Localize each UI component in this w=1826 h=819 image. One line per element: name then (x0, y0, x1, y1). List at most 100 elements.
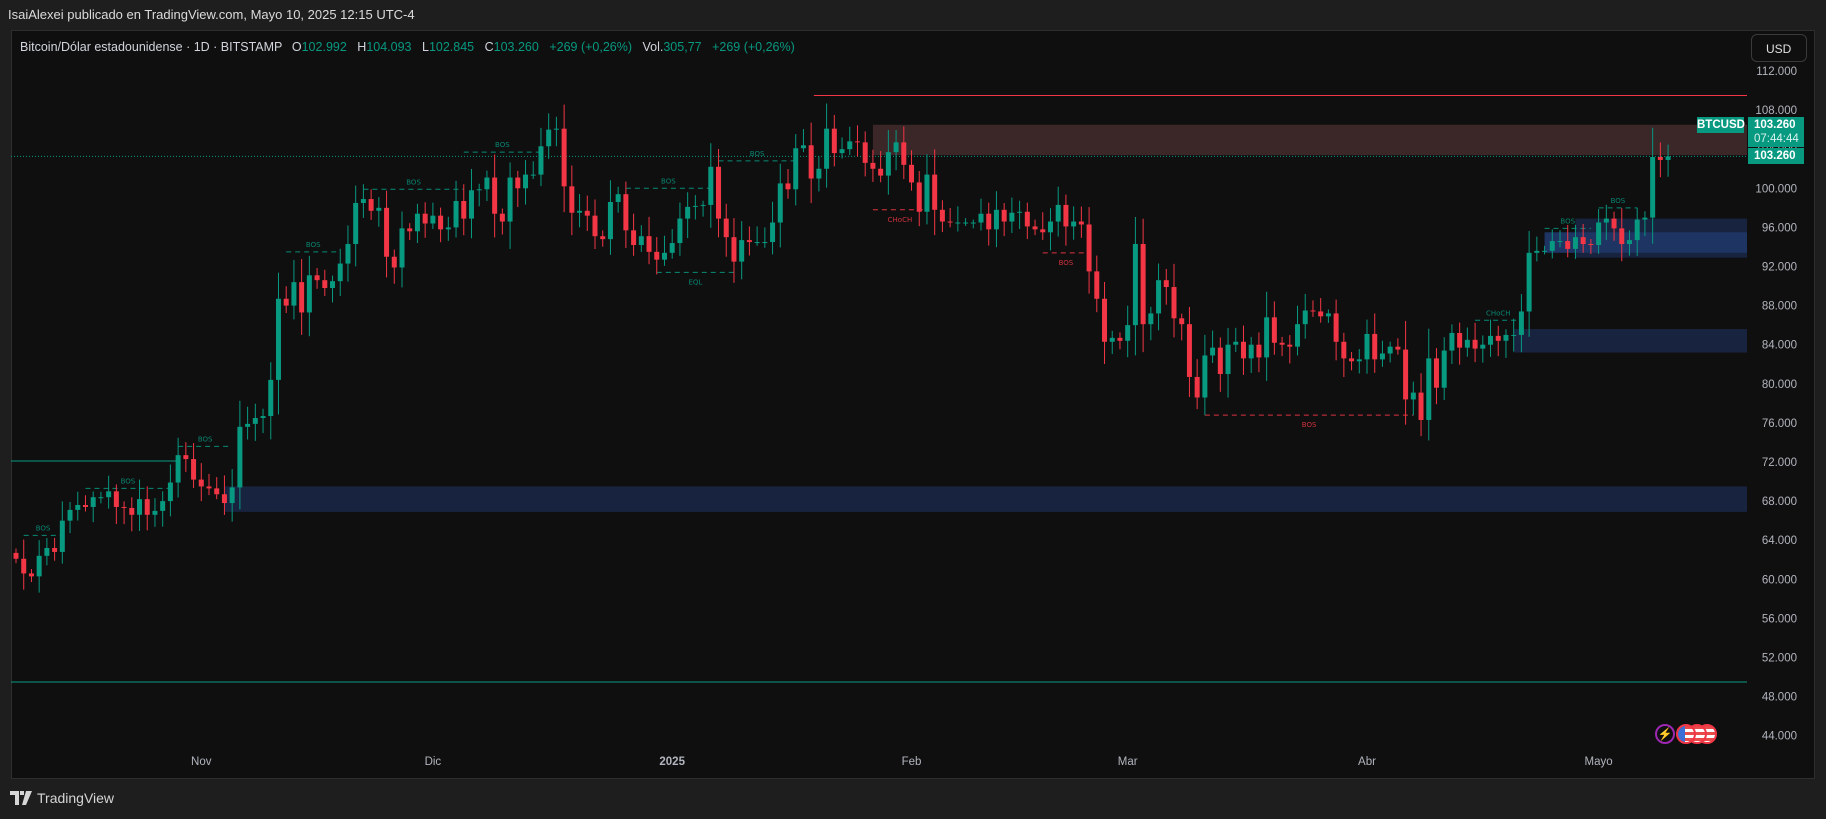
candle-up (955, 222, 961, 224)
candle-up (245, 423, 251, 427)
candle-down (1086, 224, 1092, 272)
price-axis-tick: 112.000 (1756, 66, 1797, 78)
candle-up (1572, 237, 1578, 249)
candle-up (847, 141, 853, 150)
candle-up (345, 244, 351, 264)
candle-up (445, 227, 451, 230)
time-axis-tick: Mar (1118, 756, 1138, 768)
structure-label-bos: BOS (406, 178, 421, 186)
candle-up (44, 548, 50, 556)
candle-up (1210, 347, 1216, 356)
candle-up (1449, 332, 1455, 351)
candle-down (716, 166, 722, 219)
candle-up (1603, 218, 1609, 223)
candles-layer (13, 103, 1671, 593)
candle-down (909, 164, 915, 183)
candle-up (553, 128, 559, 130)
candle-up (360, 199, 366, 203)
price-axis-tick: 96.000 (1762, 222, 1797, 234)
footer-brand[interactable]: TradingView (10, 790, 114, 806)
candle-up (260, 416, 266, 419)
candle-down (515, 177, 521, 189)
structure-label-choch: CHoCH (1486, 309, 1511, 317)
candle-down (723, 218, 729, 238)
lightning-event-icon[interactable]: ⚡ (1655, 724, 1675, 744)
candle-up (677, 218, 683, 244)
candle-up (754, 242, 760, 244)
candle-up (1542, 250, 1548, 252)
candle-up (36, 555, 42, 577)
candle-down (592, 215, 598, 237)
price-axis-tick: 80.000 (1762, 379, 1797, 391)
candle-down (901, 142, 907, 165)
candle-down (939, 209, 945, 222)
price-axis-tick: 100.000 (1755, 183, 1797, 195)
time-axis-tick: Feb (902, 756, 922, 768)
candle-down (1349, 358, 1355, 362)
structure-label-bos: BOS (1560, 217, 1575, 225)
candle-down (1117, 337, 1123, 341)
candle-up (661, 252, 667, 260)
candle-up (468, 190, 474, 219)
price-axis-tick: 76.000 (1762, 418, 1797, 430)
us-flag-event-icon[interactable] (1676, 724, 1696, 744)
candle-up (1156, 280, 1162, 314)
symbol-name[interactable]: Bitcoin/Dólar estadounidense · 1D · BITS… (20, 40, 282, 54)
candlestick-chart[interactable]: BOSBOSBOSBOSBOSBOSBOSEQLBOSCHoCHBOSBOSCH… (11, 30, 1815, 779)
structure-label-bos: BOS (36, 524, 51, 532)
candle-down (221, 494, 227, 504)
candle-up (1302, 310, 1308, 325)
volume-change: +269 (+0,26%) (712, 40, 795, 54)
candle-up (90, 497, 96, 507)
candle-down (1395, 346, 1401, 350)
candle-up (291, 282, 297, 306)
supply-zone (872, 124, 1747, 156)
candle-down (1024, 211, 1030, 227)
time-axis-tick: Dic (425, 756, 442, 768)
demand-zone (224, 486, 1748, 512)
candle-up (1426, 358, 1432, 420)
candle-down (1287, 344, 1293, 347)
close-value: 103.260 (493, 40, 539, 54)
candle-up (924, 174, 930, 212)
candle-up (1125, 325, 1131, 341)
candle-up (268, 379, 274, 417)
candle-up (615, 194, 621, 202)
candle-up (685, 206, 691, 219)
candle-down (368, 199, 374, 211)
candle-down (1657, 157, 1663, 160)
candle-up (978, 213, 984, 223)
candle-down (831, 128, 837, 154)
low-label: L (421, 40, 429, 54)
candle-down (407, 228, 413, 232)
candle-up (399, 228, 405, 268)
candle-down (1372, 333, 1378, 360)
candle-down (561, 128, 567, 187)
candle-down (492, 177, 498, 214)
candle-down (113, 491, 119, 507)
low-value: 102.845 (428, 40, 475, 54)
candle-down (1580, 237, 1586, 245)
currency-button[interactable]: USD (1751, 34, 1807, 62)
candle-up (1642, 217, 1648, 220)
candle-down (1495, 335, 1501, 341)
candle-down (384, 207, 390, 257)
structure-label-bos: BOS (495, 141, 510, 149)
candle-up (275, 298, 281, 380)
candle-down (654, 251, 660, 260)
candle-up (306, 275, 312, 313)
candle-down (1001, 209, 1007, 222)
candle-up (1518, 311, 1524, 335)
candle-down (1611, 218, 1617, 229)
candle-down (28, 573, 34, 577)
last-price: 103.260 (1754, 119, 1796, 131)
candle-down (299, 282, 305, 313)
open-value: 102.992 (301, 40, 347, 54)
time-axis-tick: 2025 (659, 756, 685, 768)
candle-up (337, 263, 343, 282)
tradingview-logo-icon (10, 791, 32, 805)
candle-up (1225, 344, 1231, 375)
candle-down (746, 240, 752, 243)
candle-up (824, 128, 830, 169)
candle-down (1078, 221, 1084, 225)
